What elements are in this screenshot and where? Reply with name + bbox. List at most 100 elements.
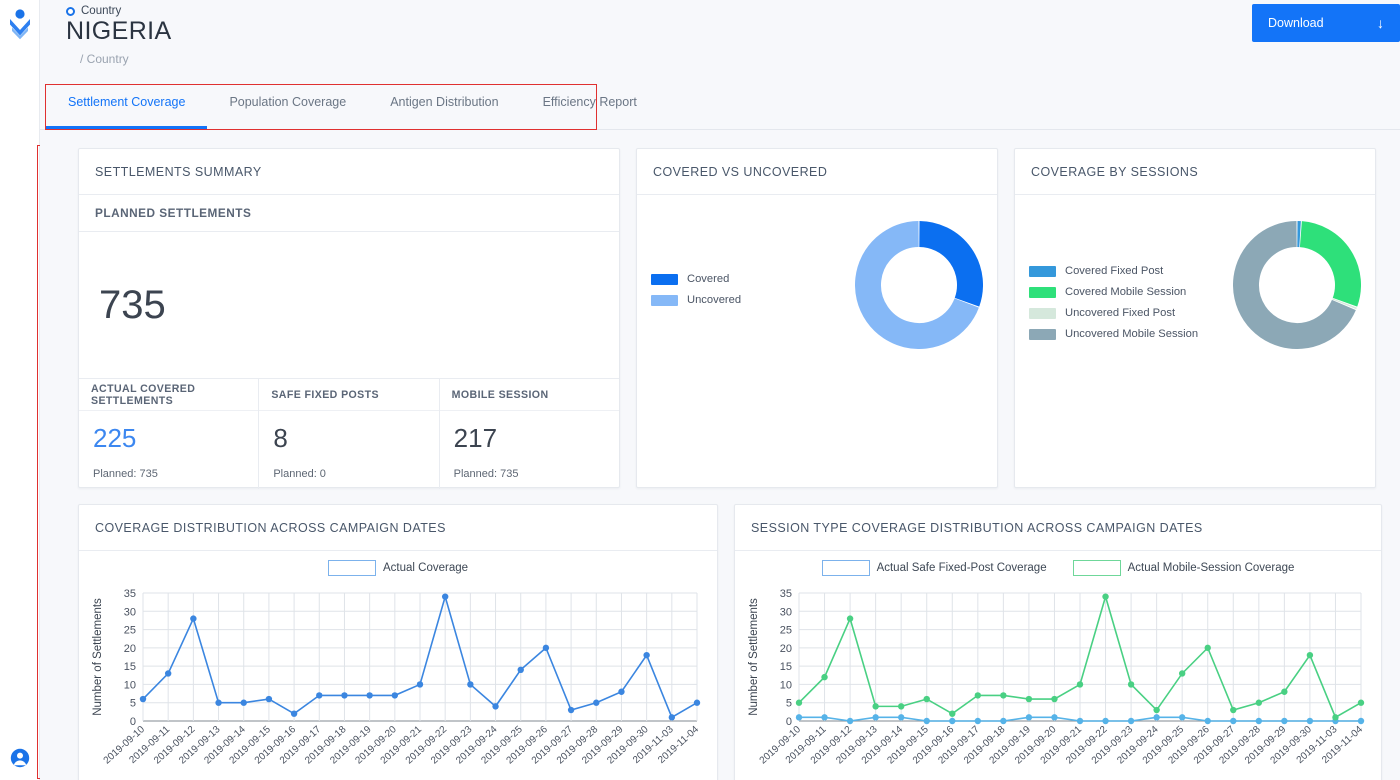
data-point[interactable]: [164, 670, 172, 677]
chart-legend-label: Actual Safe Fixed-Post Coverage: [876, 562, 1047, 574]
data-point[interactable]: [1281, 717, 1288, 725]
data-point[interactable]: [618, 688, 625, 695]
data-point[interactable]: [923, 717, 930, 725]
data-point[interactable]: [1102, 593, 1109, 600]
data-point[interactable]: [290, 710, 298, 717]
data-point[interactable]: [1153, 706, 1160, 714]
legend-item[interactable]: Covered Mobile Session: [1029, 286, 1198, 298]
legend-item[interactable]: Uncovered Fixed Post: [1029, 307, 1198, 319]
tab-population-coverage[interactable]: Population Coverage: [207, 80, 368, 129]
data-point[interactable]: [1230, 717, 1237, 725]
data-point[interactable]: [467, 681, 474, 688]
data-point[interactable]: [1178, 714, 1186, 721]
download-button-label: Download: [1268, 16, 1324, 30]
data-point[interactable]: [492, 703, 499, 710]
data-point[interactable]: [974, 717, 982, 725]
data-point[interactable]: [846, 615, 854, 622]
data-point[interactable]: [265, 695, 273, 703]
data-point[interactable]: [668, 714, 676, 721]
data-point[interactable]: [1204, 644, 1211, 652]
legend-swatch-icon: [1029, 265, 1056, 277]
data-point[interactable]: [1230, 706, 1237, 714]
data-point[interactable]: [1255, 699, 1263, 706]
tab-settlement-coverage[interactable]: Settlement Coverage: [46, 80, 208, 129]
metric-value: 8: [273, 423, 288, 453]
data-point[interactable]: [821, 714, 828, 721]
data-point[interactable]: [240, 699, 247, 706]
data-point[interactable]: [215, 699, 222, 706]
data-point[interactable]: [542, 644, 550, 652]
data-point[interactable]: [1332, 714, 1339, 721]
data-point[interactable]: [795, 699, 803, 706]
data-point[interactable]: [1306, 651, 1314, 659]
data-point[interactable]: [1051, 714, 1058, 721]
data-point[interactable]: [1025, 695, 1033, 703]
top-card-row: SETTLEMENTS SUMMARY PLANNED SETTLEMENTS …: [78, 148, 1380, 489]
data-point[interactable]: [1000, 692, 1007, 699]
legend-item[interactable]: Uncovered Mobile Session: [1029, 328, 1198, 340]
data-point[interactable]: [1127, 717, 1135, 725]
data-point[interactable]: [897, 714, 905, 721]
data-point[interactable]: [1204, 717, 1211, 725]
data-point[interactable]: [693, 699, 701, 706]
data-point[interactable]: [441, 593, 449, 600]
legend-item[interactable]: Covered: [651, 273, 741, 285]
data-point[interactable]: [795, 714, 803, 721]
data-point[interactable]: [1153, 714, 1160, 721]
data-point[interactable]: [139, 695, 147, 703]
data-point[interactable]: [341, 692, 348, 699]
coverage-distribution-card: COVERAGE DISTRIBUTION ACROSS CAMPAIGN DA…: [78, 504, 718, 780]
data-point[interactable]: [949, 710, 956, 717]
legend-item[interactable]: Uncovered: [651, 294, 741, 306]
data-point[interactable]: [391, 692, 399, 699]
download-button[interactable]: Download ↓: [1252, 4, 1400, 42]
data-point[interactable]: [1076, 681, 1084, 688]
y-axis-tick-label: 20: [124, 643, 136, 655]
data-point[interactable]: [517, 666, 524, 673]
data-point[interactable]: [821, 673, 828, 681]
data-point[interactable]: [593, 699, 600, 706]
donut-segment[interactable]: [1299, 221, 1361, 307]
data-point[interactable]: [190, 615, 197, 622]
chart-legend-item[interactable]: Actual Coverage: [327, 560, 468, 576]
metric-label: MOBILE SESSION: [439, 379, 619, 411]
data-point[interactable]: [316, 692, 323, 699]
data-point[interactable]: [1178, 670, 1186, 677]
data-point[interactable]: [923, 695, 930, 703]
donut-segment[interactable]: [1332, 298, 1357, 310]
data-point[interactable]: [1357, 699, 1365, 706]
chevron-pin-logo[interactable]: [7, 6, 33, 40]
data-point[interactable]: [1127, 681, 1135, 688]
session-line-chart: 0 5 10 15 20 25 30 35 2019-09-10 2019-09-11 2019-0…: [735, 579, 1381, 780]
data-point[interactable]: [1281, 688, 1288, 695]
data-point[interactable]: [1025, 714, 1033, 721]
data-point[interactable]: [1255, 717, 1263, 725]
data-point[interactable]: [897, 703, 905, 710]
data-point[interactable]: [974, 692, 982, 699]
donut-segment[interactable]: [918, 221, 983, 307]
session-type-distribution-card: SESSION TYPE COVERAGE DISTRIBUTION ACROS…: [734, 504, 1382, 780]
data-point[interactable]: [1000, 717, 1007, 725]
data-point[interactable]: [1306, 717, 1314, 725]
chart-legend-item[interactable]: Actual Mobile-Session Coverage: [1072, 560, 1294, 576]
data-point[interactable]: [567, 706, 575, 714]
tab-efficiency-report[interactable]: Efficiency Report: [521, 80, 659, 129]
data-point[interactable]: [643, 651, 650, 659]
data-point[interactable]: [949, 717, 956, 725]
tab-antigen-distribution[interactable]: Antigen Distribution: [368, 80, 520, 129]
data-point[interactable]: [1051, 695, 1058, 703]
data-point[interactable]: [1357, 717, 1365, 725]
user-avatar-icon[interactable]: [10, 748, 30, 768]
chart-legend-item[interactable]: Actual Safe Fixed-Post Coverage: [821, 560, 1047, 576]
data-point[interactable]: [872, 714, 879, 721]
data-point[interactable]: [872, 703, 879, 710]
legend-item[interactable]: Covered Fixed Post: [1029, 265, 1198, 277]
breadcrumb[interactable]: / Country: [80, 52, 129, 66]
data-point[interactable]: [1076, 717, 1084, 725]
data-point[interactable]: [366, 692, 373, 699]
data-point[interactable]: [846, 717, 854, 725]
covered-donut-chart: [855, 221, 983, 354]
data-point[interactable]: [1102, 717, 1109, 725]
y-axis-tick-label: 30: [124, 606, 136, 618]
data-point[interactable]: [416, 681, 424, 688]
